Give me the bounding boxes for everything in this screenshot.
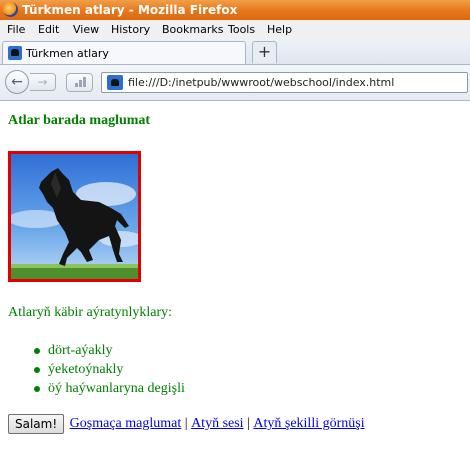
salam-button[interactable]: Salam! [8,414,65,434]
firefox-icon [3,2,18,17]
tab-title: Türkmen atlary [26,47,109,60]
forward-arrow-icon: → [37,75,48,89]
forward-button[interactable]: → [30,73,56,91]
page-content: Atlar barada maglumat Atlaryň käbir aýra… [0,101,470,461]
menu-file[interactable]: File [7,23,25,36]
menu-edit[interactable]: Edit [38,23,59,36]
action-row: Salam! Goşmaça maglumat | Atyň sesi | At… [8,414,365,436]
back-button[interactable]: ← [5,70,29,94]
horse-image [8,151,141,282]
features-list: dört-aýakly ýeketoýnakly öý haýwanlaryna… [0,341,185,398]
new-tab-button[interactable]: + [252,41,277,63]
tab-turkmen-atlary[interactable]: Türkmen atlary [2,41,246,64]
page-heading: Atlar barada maglumat [8,113,151,128]
window-titlebar: Türkmen atlary - Mozilla Firefox [0,0,470,20]
bullet-icon [34,367,40,373]
tab-strip: Türkmen atlary + [0,39,470,65]
menu-bookmarks[interactable]: Bookmarks [162,23,223,36]
site-identity-icon [107,75,123,90]
back-arrow-icon: ← [11,74,23,90]
window-title: Türkmen atlary - Mozilla Firefox [22,3,238,17]
menu-bar: File Edit View History Bookmarks Tools H… [0,20,470,39]
list-item: dört-aýakly [0,341,185,360]
link-horse-sound[interactable]: Atyň sesi [191,416,244,431]
features-label: Atlaryň käbir aýratynlyklary: [8,305,173,320]
link-extra-info[interactable]: Goşmaça maglumat [70,416,182,431]
navigation-bar: ← → file:///D:/inetpub/wwwroot/webschool… [0,65,470,101]
link-separator: | [247,416,250,431]
feed-button[interactable] [66,73,93,92]
list-item: öý haýwanlaryna degişli [0,379,185,398]
link-horse-picture[interactable]: Atyň şekilli görnüşi [253,416,364,431]
menu-help[interactable]: Help [267,23,292,36]
url-bar[interactable]: file:///D:/inetpub/wwwroot/webschool/ind… [101,72,468,93]
menu-tools[interactable]: Tools [228,23,255,36]
menu-view[interactable]: View [73,23,99,36]
list-item: ýeketoýnakly [0,360,185,379]
bullet-icon [34,348,40,354]
menu-history[interactable]: History [111,23,150,36]
url-text: file:///D:/inetpub/wwwroot/webschool/ind… [128,76,395,89]
link-separator: | [184,416,188,431]
page-favicon-icon [8,46,22,60]
bullet-icon [34,386,40,392]
horse-photo-icon [11,154,138,279]
